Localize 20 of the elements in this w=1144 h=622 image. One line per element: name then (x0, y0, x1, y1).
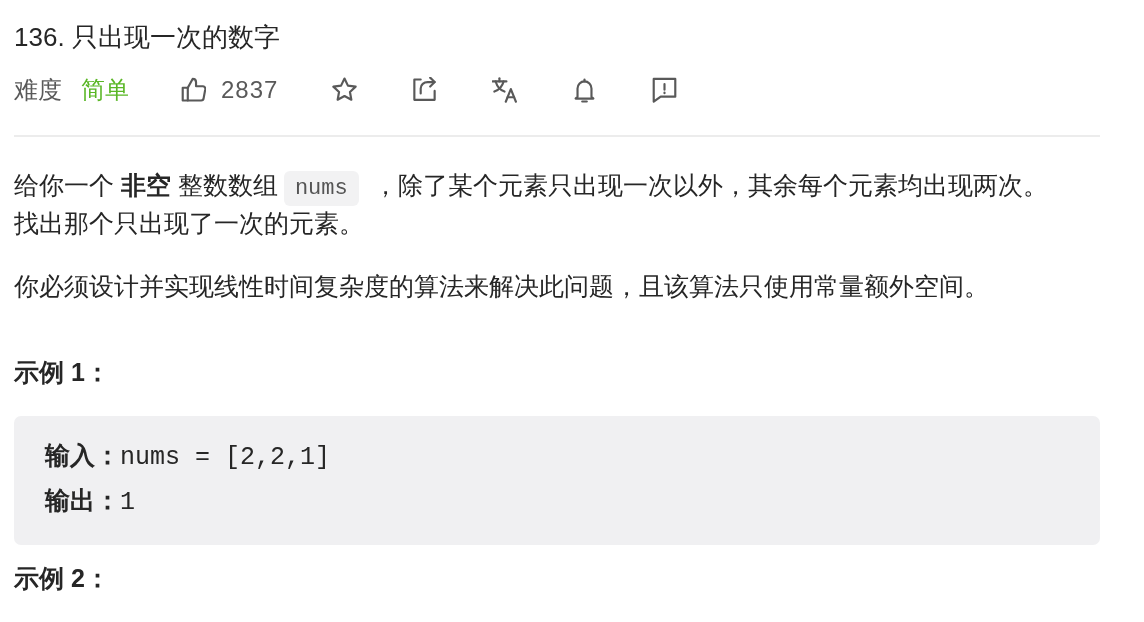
inline-code: nums (283, 171, 359, 206)
description-paragraph: 你必须设计并实现线性时间复杂度的算法来解决此问题，且该算法只使用常量额外空间。 (14, 271, 990, 302)
share-icon (412, 77, 438, 103)
feedback-icon (652, 77, 678, 103)
feedback-button[interactable] (652, 77, 678, 103)
favorite-button[interactable] (332, 77, 358, 103)
thumbs-up-icon (181, 77, 206, 103)
example-heading: 示例 1： (14, 357, 111, 388)
description-paragraph: 给你一个 非空 整数数组 nums ，除了某个元素只出现一次以外，其余每个元素均出现两次。找出那个只出现了一次的元素。 (14, 170, 1049, 239)
translate-button[interactable] (492, 77, 518, 103)
difficulty-label: 难度 (14, 75, 62, 105)
star-icon (332, 77, 358, 103)
problem-title: 136. 只出现一次的数字 (14, 21, 281, 54)
example-line: 输出：1 (45, 485, 136, 519)
difficulty-level: 简单 (81, 75, 129, 105)
example-line: 输入：nums = [2,2,1] (45, 440, 332, 474)
example-heading: 示例 2： (14, 563, 111, 594)
share-button[interactable] (412, 77, 438, 103)
translate-icon (492, 77, 518, 103)
like-button[interactable]: 2837 (181, 76, 279, 104)
